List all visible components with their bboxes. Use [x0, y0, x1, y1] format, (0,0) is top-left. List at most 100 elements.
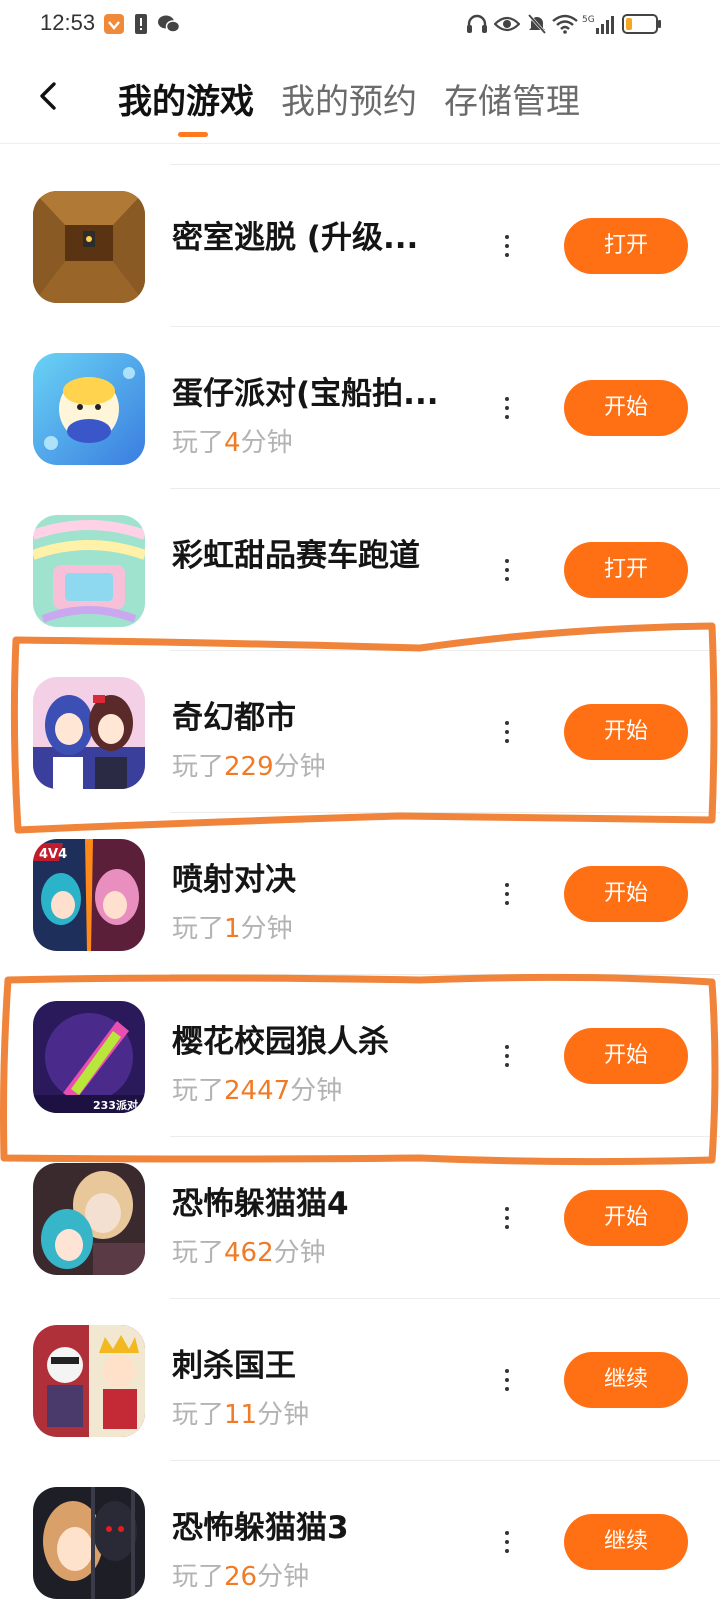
more-options-button[interactable] — [497, 712, 517, 752]
play-time: 玩了4分钟 — [172, 422, 293, 459]
start-button[interactable]: 开始 — [564, 1190, 688, 1246]
game-name: 彩虹甜品赛车跑道 — [172, 538, 420, 574]
jet-duel-icon: 4V4 — [33, 839, 145, 951]
eggy-party-icon — [33, 353, 145, 465]
headphones-icon — [467, 14, 487, 33]
more-options-button[interactable] — [497, 1522, 517, 1562]
game-name: 刺杀国王 — [172, 1348, 296, 1384]
row-divider — [170, 326, 720, 327]
wifi-icon — [552, 14, 578, 34]
play-time-unit: 分钟 — [273, 752, 326, 782]
open-button[interactable]: 打开 — [564, 542, 688, 598]
play-time-prefix: 玩了 — [172, 1076, 225, 1106]
status-time: 12:53 — [40, 10, 96, 35]
fantasy-city-icon — [33, 677, 145, 789]
play-time: 玩了2447分钟 — [172, 1070, 342, 1107]
sim-alert-icon — [135, 14, 147, 34]
play-time-minutes: 26 — [224, 1562, 258, 1592]
list-item[interactable]: 233派对 樱花校园狼人杀 玩了2447分钟 开始 — [0, 974, 720, 1136]
escape-room-icon — [33, 191, 145, 303]
list-item[interactable]: 彩虹甜品赛车跑道 打开 — [0, 488, 720, 650]
more-options-button[interactable] — [497, 874, 517, 914]
rainbow-track-icon — [33, 515, 145, 627]
baidu-app-icon — [104, 14, 124, 34]
play-time: 玩了11分钟 — [172, 1394, 309, 1431]
game-badge: 233派对 — [93, 1098, 138, 1112]
play-time: 玩了26分钟 — [172, 1556, 309, 1593]
battery-icon — [622, 14, 661, 34]
play-time-prefix: 玩了 — [172, 752, 225, 782]
tab-my-reservations[interactable]: 我的预约 — [281, 74, 417, 123]
start-button[interactable]: 开始 — [564, 1028, 688, 1084]
play-time-prefix: 玩了 — [172, 428, 225, 458]
play-time-minutes: 11 — [224, 1400, 258, 1430]
play-time: 玩了462分钟 — [172, 1232, 326, 1269]
play-time-minutes: 462 — [224, 1238, 274, 1268]
row-divider — [170, 164, 720, 165]
play-time-unit: 分钟 — [290, 1076, 343, 1106]
status-bar: 12:53 5G — [0, 0, 720, 48]
list-item[interactable]: 蛋仔派对(宝船拍... 玩了4分钟 开始 — [0, 326, 720, 488]
more-options-button[interactable] — [497, 1198, 517, 1238]
tab-my-games[interactable]: 我的游戏 — [118, 74, 254, 123]
row-divider — [170, 812, 720, 813]
more-options-button[interactable] — [497, 550, 517, 590]
more-options-button[interactable] — [497, 226, 517, 266]
game-badge: 4V4 — [39, 847, 67, 862]
play-time-unit: 分钟 — [240, 428, 293, 458]
horror-hide-seek-4-icon — [33, 1163, 145, 1275]
play-time-prefix: 玩了 — [172, 1400, 225, 1430]
play-time-minutes: 1 — [224, 914, 241, 944]
kill-king-icon — [33, 1325, 145, 1437]
eye-icon — [494, 16, 520, 32]
svg-text:5G: 5G — [582, 15, 595, 25]
game-name: 恐怖躲猫猫3 — [172, 1510, 349, 1546]
more-options-button[interactable] — [497, 1036, 517, 1076]
play-time: 玩了229分钟 — [172, 746, 326, 783]
wechat-icon — [158, 15, 180, 33]
continue-button[interactable]: 继续 — [564, 1352, 688, 1408]
top-nav-bar: 我的游戏 我的预约 存储管理 — [0, 48, 720, 144]
play-time-unit: 分钟 — [257, 1562, 310, 1592]
sakura-werewolf-icon: 233派对 — [33, 1001, 145, 1113]
row-divider — [170, 1460, 720, 1461]
open-button[interactable]: 打开 — [564, 218, 688, 274]
start-button[interactable]: 开始 — [564, 866, 688, 922]
row-divider — [170, 974, 720, 975]
tab-storage-management[interactable]: 存储管理 — [444, 74, 580, 123]
more-options-button[interactable] — [497, 388, 517, 428]
list-item-partial — [0, 144, 720, 164]
row-divider — [170, 1298, 720, 1299]
play-time: 玩了1分钟 — [172, 908, 293, 945]
list-item[interactable]: 4V4 喷射对决 玩了1分钟 开始 — [0, 812, 720, 974]
play-time-minutes: 229 — [224, 752, 274, 782]
start-button[interactable]: 开始 — [564, 704, 688, 760]
play-time-prefix: 玩了 — [172, 1238, 225, 1268]
row-divider — [170, 650, 720, 651]
game-name: 密室逃脱 (升级... — [172, 220, 419, 256]
mute-icon — [527, 14, 547, 34]
game-name: 樱花校园狼人杀 — [172, 1024, 389, 1060]
play-time-unit: 分钟 — [257, 1400, 310, 1430]
play-time-minutes: 2447 — [224, 1076, 291, 1106]
list-item[interactable]: 奇幻都市 玩了229分钟 开始 — [0, 650, 720, 812]
list-item[interactable]: 恐怖躲猫猫3 玩了26分钟 继续 — [0, 1460, 720, 1612]
game-name: 恐怖躲猫猫4 — [172, 1186, 349, 1222]
list-item[interactable]: 密室逃脱 (升级... 打开 — [0, 164, 720, 326]
list-item[interactable]: 恐怖躲猫猫4 玩了462分钟 开始 — [0, 1136, 720, 1298]
continue-button[interactable]: 继续 — [564, 1514, 688, 1570]
signal-5g-icon: 5G — [582, 15, 614, 34]
game-name: 喷射对决 — [172, 862, 296, 898]
horror-hide-seek-3-icon — [33, 1487, 145, 1599]
row-divider — [170, 1136, 720, 1137]
list-item[interactable]: 刺杀国王 玩了11分钟 继续 — [0, 1298, 720, 1460]
more-options-button[interactable] — [497, 1360, 517, 1400]
play-time-unit: 分钟 — [273, 1238, 326, 1268]
play-time-prefix: 玩了 — [172, 914, 225, 944]
start-button[interactable]: 开始 — [564, 380, 688, 436]
game-list[interactable]: 密室逃脱 (升级... 打开 蛋仔派对(宝船拍... 玩了4分钟 开始 彩虹甜品… — [0, 144, 720, 1612]
back-button[interactable] — [30, 76, 66, 116]
play-time-unit: 分钟 — [240, 914, 293, 944]
play-time-minutes: 4 — [224, 428, 241, 458]
row-divider — [170, 488, 720, 489]
